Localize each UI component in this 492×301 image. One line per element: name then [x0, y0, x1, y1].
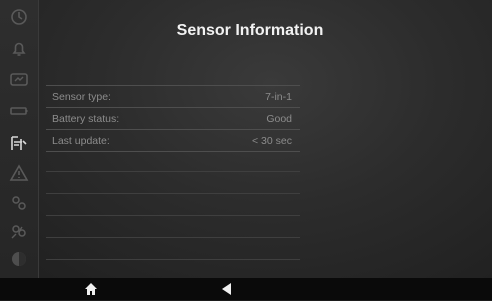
table-row: Battery status: Good	[46, 108, 300, 130]
battery-status-label: Battery status:	[52, 113, 120, 125]
sensor-type-label: Sensor type:	[52, 91, 111, 103]
home-icon[interactable]	[84, 282, 98, 296]
theme-icon[interactable]	[8, 248, 30, 270]
last-update-value: < 30 sec	[252, 135, 292, 147]
gauge-icon[interactable]	[8, 68, 30, 90]
back-icon[interactable]	[220, 282, 234, 296]
empty-row-divider	[46, 259, 300, 260]
warning-icon[interactable]	[8, 162, 30, 184]
table-row: Last update: < 30 sec	[46, 130, 300, 152]
clock-icon[interactable]	[8, 6, 30, 28]
empty-row-divider	[46, 171, 300, 172]
battery-icon[interactable]	[8, 100, 30, 122]
sensor-type-value: 7-in-1	[265, 91, 292, 103]
sensor-icon[interactable]	[8, 132, 30, 154]
people-icon[interactable]	[8, 220, 30, 242]
bell-icon[interactable]	[8, 38, 30, 60]
table-row: Sensor type: 7-in-1	[46, 85, 300, 108]
page-title: Sensor Information	[176, 22, 324, 39]
empty-row-divider	[46, 237, 300, 238]
empty-row-divider	[46, 193, 300, 194]
sensor-info-table: Sensor type: 7-in-1 Battery status: Good…	[46, 85, 300, 152]
settings-icon[interactable]	[8, 192, 30, 214]
last-update-label: Last update:	[52, 135, 110, 147]
bottom-nav-bar	[0, 278, 492, 300]
screen: Sensor Information Sensor type: 7-in-1 B…	[0, 0, 492, 278]
battery-status-value: Good	[266, 113, 292, 125]
sidebar	[0, 0, 39, 278]
empty-row-divider	[46, 215, 300, 216]
